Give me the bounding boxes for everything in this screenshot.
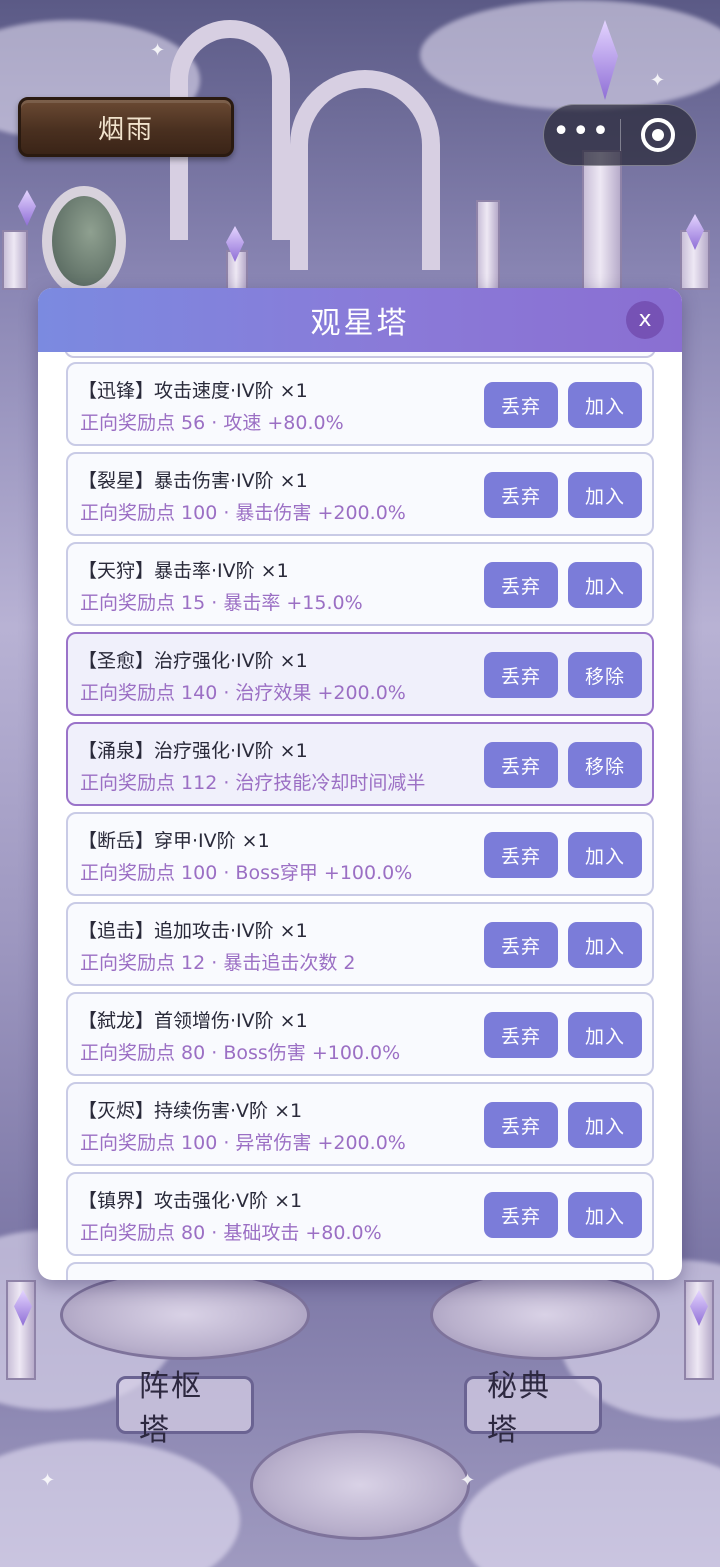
rune-card-desc: 正向奖励点 80 · 基础攻击 +80.0% <box>80 1222 382 1244</box>
discard-button[interactable]: 丢弃 <box>484 652 558 698</box>
rune-card: 【天狩】暴击率·IV阶 ×1 正向奖励点 15 · 暴击率 +15.0% 丢弃 加入 <box>66 542 654 626</box>
add-button[interactable]: 加入 <box>568 1192 642 1238</box>
target-icon[interactable] <box>621 118 697 152</box>
add-button[interactable]: 加入 <box>568 472 642 518</box>
tower-sign-zhenshu-label: 阵枢塔 <box>139 1369 203 1448</box>
rune-card: 【镇界】攻击强化·V阶 ×1 正向奖励点 80 · 基础攻击 +80.0% 丢弃 加入 <box>66 1172 654 1256</box>
discard-button[interactable]: 丢弃 <box>484 472 558 518</box>
rune-card-title: 【裂星】暴击伤害·IV阶 ×1 <box>78 470 308 492</box>
tower-sign-midian[interactable]: 秘典塔 <box>464 1369 602 1448</box>
tower-sign-midian-label: 秘典塔 <box>487 1369 551 1448</box>
discard-button[interactable]: 丢弃 <box>484 742 558 788</box>
guanxing-tower-modal: 观星塔 x 【迅锋】攻击速度·IV阶 ×1 正向奖励点 56 · 攻速 +80.0… <box>38 288 682 1280</box>
remove-button[interactable]: 移除 <box>568 652 642 698</box>
rune-card-title: 【追击】追加攻击·IV阶 ×1 <box>78 920 308 942</box>
rune-card: 【追击】追加攻击·IV阶 ×1 正向奖励点 12 · 暴击追击次数 2 丢弃 加入 <box>66 902 654 986</box>
rune-card-desc: 正向奖励点 112 · 治疗技能冷却时间减半 <box>80 772 426 794</box>
add-button[interactable]: 加入 <box>568 1102 642 1148</box>
rune-card-title: 【断岳】穿甲·IV阶 ×1 <box>78 830 270 852</box>
rune-card: 【涌泉】治疗强化·IV阶 ×1 正向奖励点 112 · 治疗技能冷却时间减半 丢弃移… <box>66 722 654 806</box>
rune-card-title: 【涌泉】治疗强化·IV阶 ×1 <box>78 740 308 762</box>
close-button[interactable]: x <box>626 301 664 339</box>
add-button[interactable]: 加入 <box>568 922 642 968</box>
tower-sign-zhenshu[interactable]: 阵枢塔 <box>116 1369 254 1448</box>
rune-card-desc: 正向奖励点 100 · Boss穿甲 +100.0% <box>80 862 413 884</box>
rune-card: 【灭烬】持续伤害·V阶 ×1 正向奖励点 100 · 异常伤害 +200.0% 丢弃… <box>66 1082 654 1166</box>
rune-card: 【迅锋】攻击速度·IV阶 ×1 正向奖励点 56 · 攻速 +80.0% 丢弃 加入 <box>66 362 654 446</box>
rune-card-desc: 正向奖励点 12 · 暴击追击次数 2 <box>80 952 356 974</box>
mini-program-capsule: ••• <box>543 104 697 166</box>
rune-card: 【弑龙】首领增伤·IV阶 ×1 正向奖励点 80 · Boss伤害 +100.0%… <box>66 992 654 1076</box>
rune-card-title: 【天狩】暴击率·IV阶 ×1 <box>78 560 289 582</box>
player-name: 烟雨 <box>97 114 154 145</box>
discard-button[interactable]: 丢弃 <box>484 1102 558 1148</box>
rune-card-desc: 正向奖励点 100 · 异常伤害 +200.0% <box>80 1132 406 1154</box>
rune-card-title: 【镇界】攻击强化·V阶 ×1 <box>78 1190 303 1212</box>
discard-button[interactable]: 丢弃 <box>484 1192 558 1238</box>
modal-header: 观星塔 x <box>38 288 682 352</box>
remove-button[interactable]: 移除 <box>568 742 642 788</box>
rune-list[interactable]: 【迅锋】攻击速度·IV阶 ×1 正向奖励点 56 · 攻速 +80.0% 丢弃 加入【… <box>38 352 682 1280</box>
rune-card-desc: 正向奖励点 15 · 暴击率 +15.0% <box>80 592 363 614</box>
discard-button[interactable]: 丢弃 <box>484 382 558 428</box>
rune-card-desc: 正向奖励点 140 · 治疗效果 +200.0% <box>80 682 406 704</box>
rune-card-desc: 正向奖励点 56 · 攻速 +80.0% <box>80 412 344 434</box>
modal-title: 观星塔 <box>310 306 410 341</box>
player-name-plank: 烟雨 <box>18 97 234 157</box>
add-button[interactable]: 加入 <box>568 382 642 428</box>
add-button[interactable]: 加入 <box>568 1012 642 1058</box>
rune-card-partial <box>66 1262 654 1280</box>
rune-card-title: 【圣愈】治疗强化·IV阶 ×1 <box>78 650 308 672</box>
rune-card: 【断岳】穿甲·IV阶 ×1 正向奖励点 100 · Boss穿甲 +100.0% 丢… <box>66 812 654 896</box>
discard-button[interactable]: 丢弃 <box>484 922 558 968</box>
rune-card-title: 【弑龙】首领增伤·IV阶 ×1 <box>78 1010 308 1032</box>
discard-button[interactable]: 丢弃 <box>484 1012 558 1058</box>
rune-card: 【裂星】暴击伤害·IV阶 ×1 正向奖励点 100 · 暴击伤害 +200.0% 丢… <box>66 452 654 536</box>
rune-card-title: 【灭烬】持续伤害·V阶 ×1 <box>78 1100 303 1122</box>
rune-card-title: 【迅锋】攻击速度·IV阶 ×1 <box>78 380 308 402</box>
add-button[interactable]: 加入 <box>568 562 642 608</box>
more-dots-icon[interactable]: ••• <box>544 117 620 147</box>
rune-card-desc: 正向奖励点 80 · Boss伤害 +100.0% <box>80 1042 401 1064</box>
rune-card-desc: 正向奖励点 100 · 暴击伤害 +200.0% <box>80 502 406 524</box>
discard-button[interactable]: 丢弃 <box>484 832 558 878</box>
mirror-portal[interactable] <box>42 186 126 296</box>
add-button[interactable]: 加入 <box>568 832 642 878</box>
discard-button[interactable]: 丢弃 <box>484 562 558 608</box>
rune-card: 【圣愈】治疗强化·IV阶 ×1 正向奖励点 140 · 治疗效果 +200.0% 丢… <box>66 632 654 716</box>
list-top-edge <box>64 352 656 358</box>
